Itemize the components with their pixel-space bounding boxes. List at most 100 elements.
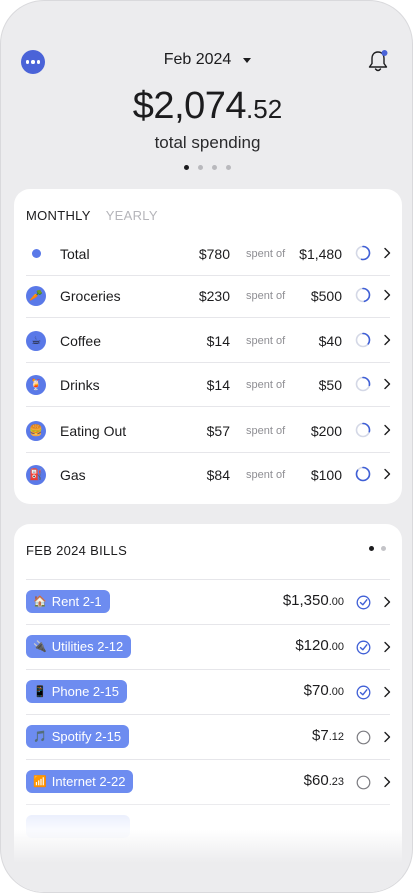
- music-icon: 🎵: [33, 731, 47, 743]
- chevron-right-icon[interactable]: [383, 468, 391, 480]
- budget-card: MONTHLY YEARLY Total $780 spent of $1,48…: [14, 189, 402, 504]
- bill-row[interactable]: 🔌 Utilities 2-12 $120.00: [14, 625, 402, 670]
- paid-check-icon[interactable]: [356, 640, 371, 655]
- chevron-right-icon[interactable]: [383, 731, 391, 743]
- spent-amount: $780: [198, 246, 230, 262]
- bills-card: FEB 2024 BILLS 🏠 Rent 2-1 $1,350.00 🔌 Ut…: [14, 524, 402, 892]
- page-dot[interactable]: [226, 165, 231, 170]
- tab-yearly[interactable]: YEARLY: [106, 208, 158, 223]
- app-screen: Feb 2024 $2,074.52 total spending MONTHL…: [0, 0, 413, 893]
- bill-label: Internet 2-22: [51, 774, 126, 789]
- bill-label-pill[interactable]: 📱 Phone 2-15: [26, 680, 127, 703]
- bill-label-pill[interactable]: 🔌 Utilities 2-12: [26, 635, 132, 658]
- spent-of-label: spent of: [246, 379, 286, 391]
- progress-ring-icon: [355, 422, 371, 438]
- budget-row[interactable]: 🍹 Drinks $14 spent of $50: [14, 363, 402, 407]
- bill-amount-whole: $1,350: [282, 592, 329, 609]
- category-name: Total: [60, 246, 90, 262]
- chevron-right-icon[interactable]: [383, 641, 391, 653]
- month-label: Feb 2024: [163, 51, 232, 68]
- bill-row[interactable]: 🎵 Spotify 2-15 $7.12: [14, 715, 402, 760]
- bill-label-pill[interactable]: 🎵 Spotify 2-15: [26, 725, 130, 748]
- chevron-right-icon[interactable]: [383, 247, 391, 259]
- bill-amount: $70.00: [304, 682, 344, 699]
- phone-icon: 📱: [33, 686, 47, 698]
- spent-of-label: spent of: [246, 290, 286, 302]
- total-cents: .52: [246, 94, 283, 124]
- spent-amount: $230: [198, 288, 230, 304]
- chevron-right-icon[interactable]: [383, 776, 391, 788]
- chevron-right-icon[interactable]: [383, 596, 391, 608]
- progress-ring-icon: [355, 245, 371, 261]
- bill-label: Phone 2-15: [51, 684, 119, 699]
- page-dot[interactable]: [212, 165, 217, 170]
- budget-row[interactable]: ⛽ Gas $84 spent of $100: [14, 453, 402, 497]
- budget-limit: $40: [318, 333, 342, 349]
- bill-label-pill[interactable]: 📶 Internet 2-22: [26, 770, 134, 793]
- bill-label: Spotify 2-15: [51, 729, 122, 744]
- bill-amount-whole: $60: [303, 772, 329, 789]
- chevron-right-icon[interactable]: [383, 424, 391, 436]
- category-name: Coffee: [60, 333, 101, 349]
- bill-amount: $60.23: [304, 772, 344, 789]
- progress-ring-icon: [355, 376, 371, 392]
- bill-row[interactable]: 🏠 Rent 2-1 $1,350.00: [14, 580, 402, 625]
- budget-limit: $50: [318, 377, 342, 393]
- divider: [26, 406, 390, 407]
- wifi-icon: 📶: [33, 776, 47, 788]
- bills-page-dot[interactable]: [369, 546, 374, 551]
- total-spending-amount: $2,074.52: [1, 85, 412, 128]
- page-dot[interactable]: [184, 165, 189, 170]
- total-whole: $2,074: [132, 85, 247, 127]
- chevron-right-icon[interactable]: [383, 686, 391, 698]
- budget-row[interactable]: 🍔 Eating Out $57 spent of $200: [14, 409, 402, 453]
- bill-amount-whole: $120: [295, 637, 329, 654]
- bill-amount-cents: .00: [328, 641, 344, 653]
- budget-row[interactable]: 🥕 Groceries $230 spent of $500: [14, 274, 402, 318]
- progress-ring-icon: [355, 332, 371, 348]
- month-selector[interactable]: Feb 2024: [1, 51, 412, 69]
- budget-limit: $100: [310, 467, 342, 483]
- bill-amount: $120.00: [295, 637, 344, 654]
- spent-amount: $14: [206, 377, 230, 393]
- bill-row[interactable]: 📱 Phone 2-15 $70.00: [14, 670, 402, 715]
- carrot-icon: 🥕: [26, 286, 46, 306]
- paid-check-icon[interactable]: [356, 595, 371, 610]
- chevron-right-icon[interactable]: [383, 378, 391, 390]
- dot-icon: [32, 249, 41, 258]
- total-spending-label: total spending: [154, 133, 261, 152]
- tab-monthly[interactable]: MONTHLY: [26, 208, 91, 223]
- bill-amount-whole: $7: [312, 727, 329, 744]
- category-name: Drinks: [60, 377, 100, 393]
- chevron-right-icon[interactable]: [383, 289, 391, 301]
- house-icon: 🏠: [33, 596, 47, 608]
- category-name: Groceries: [60, 288, 121, 304]
- spent-amount: $14: [206, 333, 230, 349]
- paid-check-icon[interactable]: [356, 685, 371, 700]
- notification-bell-icon[interactable]: [367, 49, 389, 73]
- spent-of-label: spent of: [246, 425, 286, 437]
- spent-of-label: spent of: [246, 335, 286, 347]
- bill-amount-cents: .12: [328, 731, 344, 743]
- caret-down-icon: [243, 57, 252, 63]
- bill-label-pill[interactable]: 🏠 Rent 2-1: [26, 590, 110, 613]
- bill-amount: $1,350.00: [283, 592, 344, 609]
- bill-label: Utilities 2-12: [51, 639, 124, 654]
- chevron-right-icon[interactable]: [383, 334, 391, 346]
- burger-icon: 🍔: [26, 421, 46, 441]
- budget-row[interactable]: Total $780 spent of $1,480: [14, 232, 402, 276]
- bill-amount-cents: .00: [328, 686, 344, 698]
- spent-amount: $84: [206, 467, 230, 483]
- unpaid-circle-icon[interactable]: [356, 775, 371, 790]
- progress-ring-icon: [355, 287, 371, 303]
- category-name: Gas: [60, 467, 86, 483]
- budget-limit: $200: [310, 423, 342, 439]
- page-indicator[interactable]: [1, 165, 412, 170]
- scroll-fade: [14, 797, 402, 892]
- bills-page-indicator[interactable]: [369, 546, 386, 551]
- bills-page-dot[interactable]: [381, 546, 386, 551]
- page-dot[interactable]: [198, 165, 203, 170]
- budget-row[interactable]: ☕ Coffee $14 spent of $40: [14, 319, 402, 363]
- plug-icon: 🔌: [33, 641, 47, 653]
- unpaid-circle-icon[interactable]: [356, 730, 371, 745]
